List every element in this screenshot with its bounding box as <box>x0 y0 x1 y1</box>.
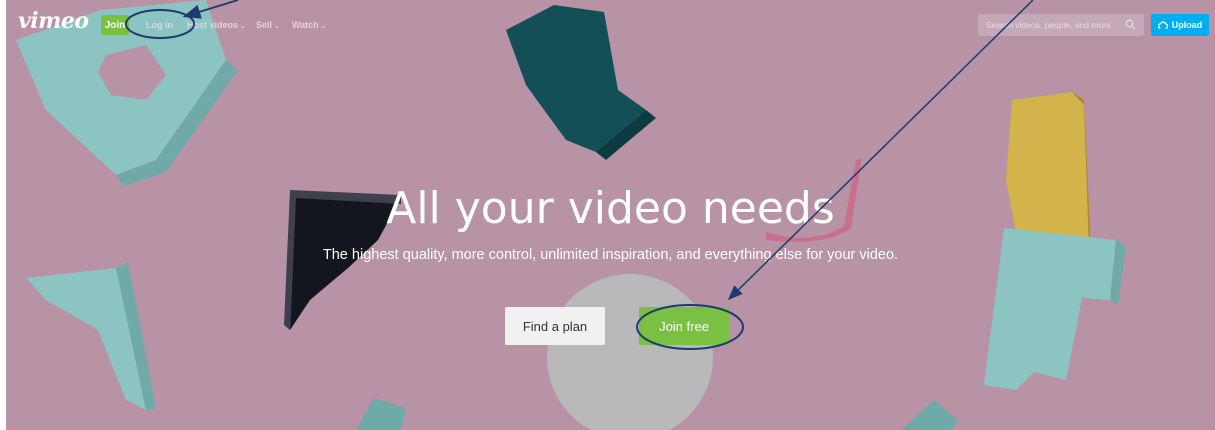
upload-button[interactable]: Upload <box>1151 14 1209 36</box>
nav-host-videos[interactable]: Host videos ⌄ <box>187 20 246 30</box>
nav-sell-label: Sell <box>256 20 273 30</box>
search-placeholder: Search videos, people, and more <box>986 20 1111 30</box>
upload-icon <box>1157 21 1168 29</box>
nav-sell[interactable]: Sell ⌄ <box>256 20 280 30</box>
chevron-down-icon: ⌄ <box>240 23 246 30</box>
upload-label: Upload <box>1171 20 1203 30</box>
chevron-down-icon: ⌄ <box>274 23 280 30</box>
find-plan-button[interactable]: Find a plan <box>505 307 605 345</box>
nav-host-videos-label: Host videos <box>187 20 239 30</box>
hero-headline: All your video needs <box>386 183 835 234</box>
top-nav: vimeo Join Log in Host videos ⌄ Sell ⌄ Wat… <box>6 0 1215 40</box>
login-link[interactable]: Log in <box>146 20 173 30</box>
nav-watch[interactable]: Watch ⌄ <box>292 20 327 30</box>
search-icon[interactable] <box>1125 19 1136 30</box>
chevron-down-icon: ⌄ <box>320 23 327 30</box>
vimeo-logo[interactable]: vimeo <box>18 8 89 34</box>
hero-subline: The highest quality, more control, unlim… <box>322 247 899 263</box>
hero-section: vimeo Join Log in Host videos ⌄ Sell ⌄ Wat… <box>6 0 1215 430</box>
join-button[interactable]: Join <box>101 15 129 35</box>
search-input[interactable]: Search videos, people, and more <box>978 14 1144 36</box>
login-label: Log in <box>146 20 173 30</box>
nav-watch-label: Watch <box>292 20 319 30</box>
join-free-button[interactable]: Join free <box>639 307 729 345</box>
